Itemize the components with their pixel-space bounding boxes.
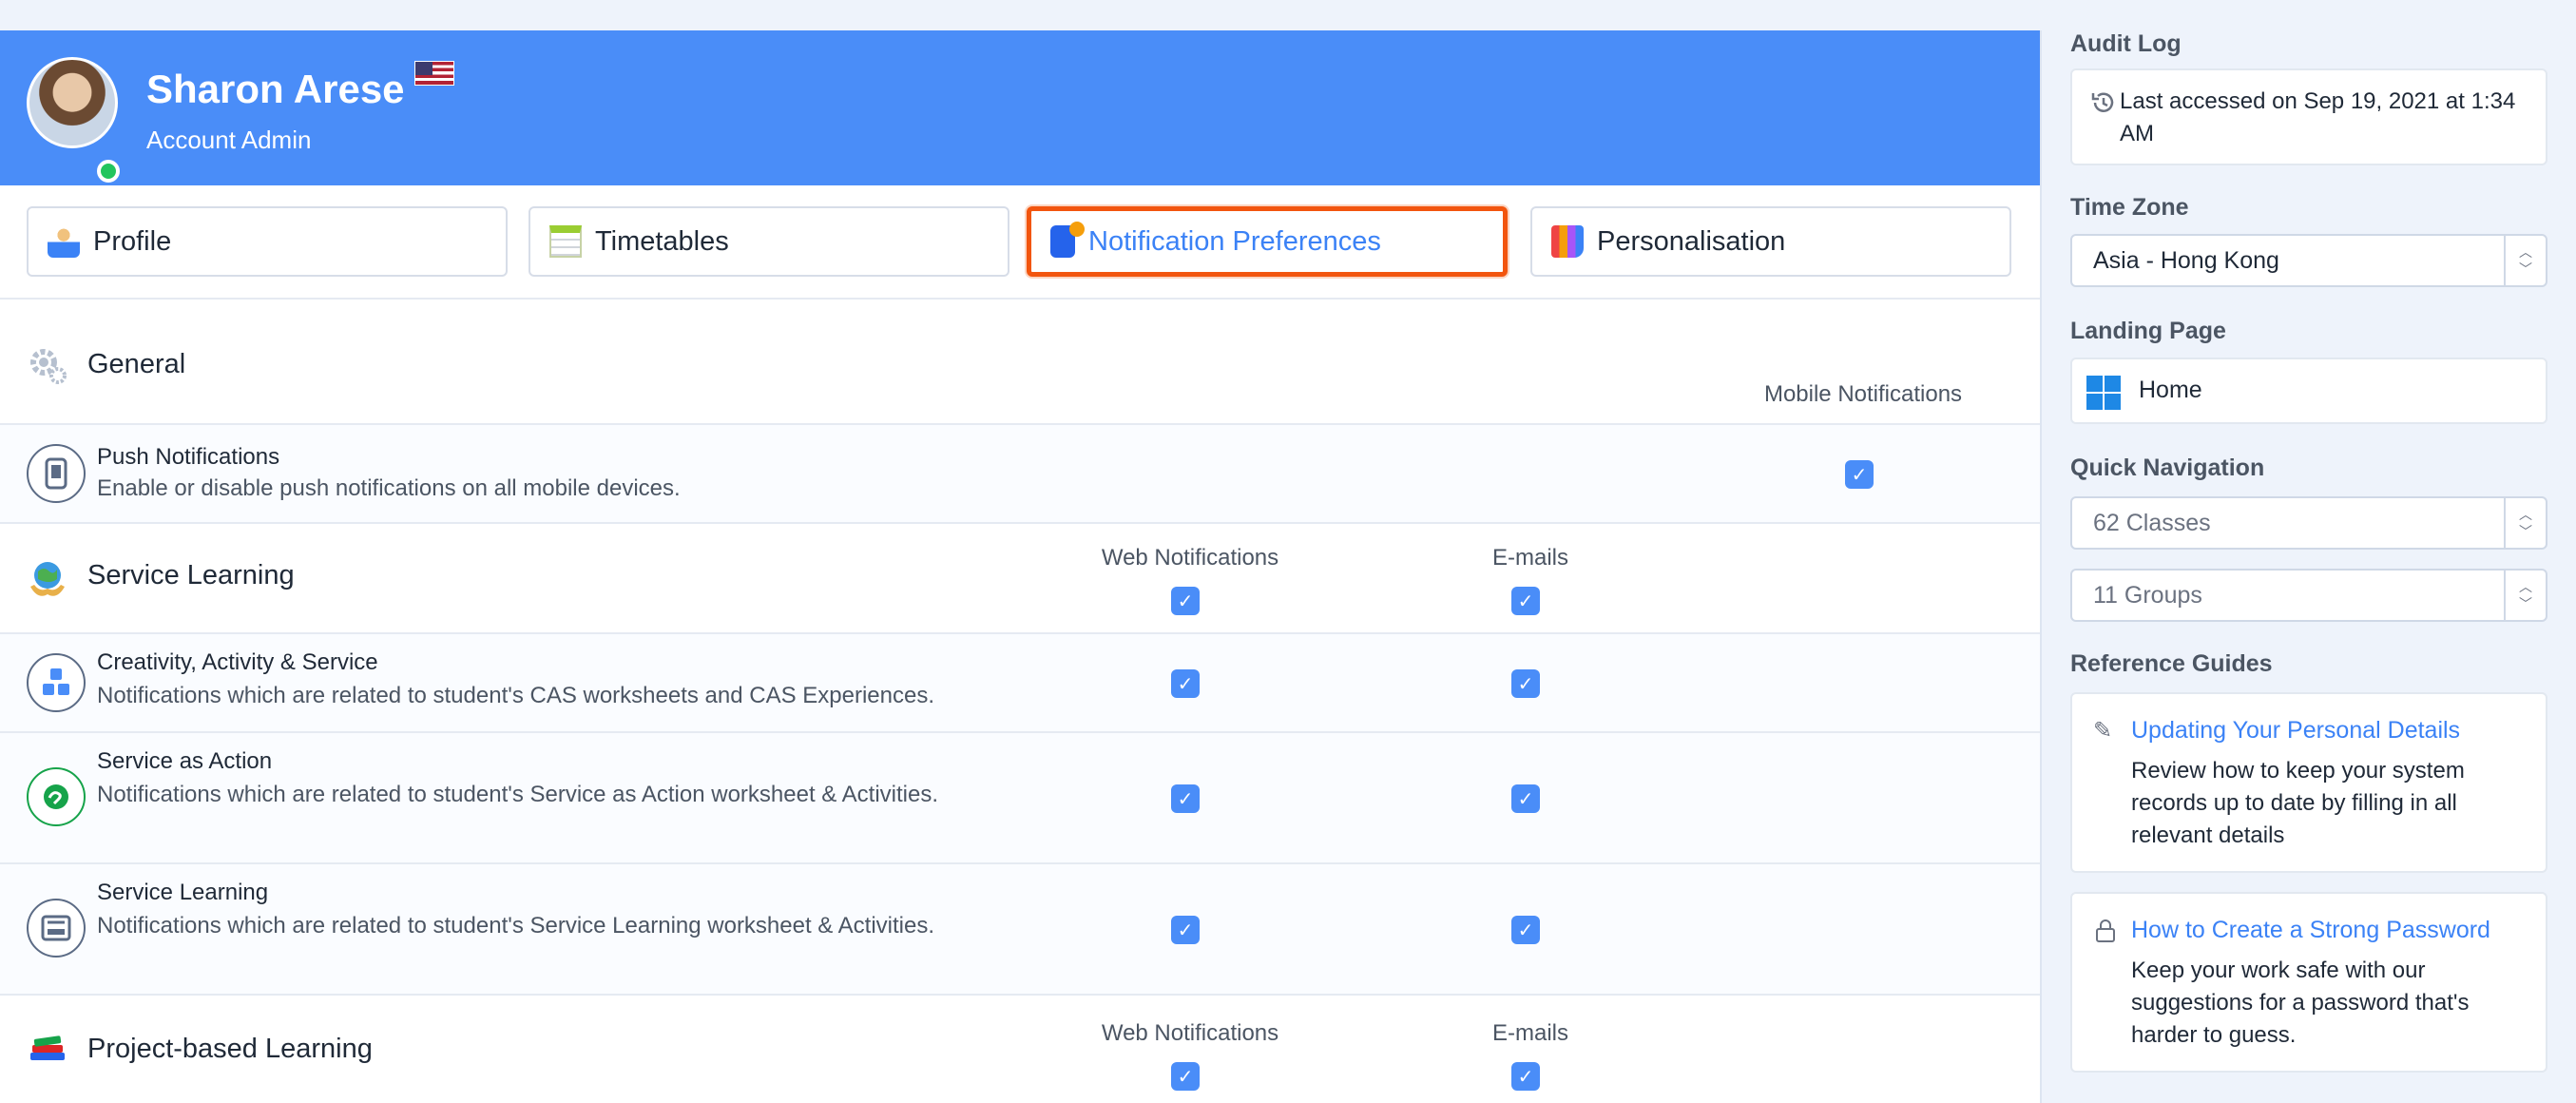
inbox-icon (27, 899, 86, 958)
top-strip (0, 0, 2042, 30)
guide-text: Keep your work safe with our suggestions… (2131, 958, 2470, 1048)
history-icon (2091, 92, 2114, 112)
guide-title-link[interactable]: How to Create a Strong Password (2131, 917, 2490, 944)
time-zone-value: Asia - Hong Kong (2093, 246, 2279, 274)
hand-heart-icon (27, 767, 86, 826)
chevron-up-down-icon: ︿ ﹀ (2504, 498, 2546, 548)
main-panel: Sharon Arese Account Admin Profile Timet… (0, 30, 2042, 1103)
section-title: General (87, 349, 186, 379)
service-learning-web-all-checkbox[interactable]: ✓ (1171, 587, 1200, 615)
profile-icon (48, 225, 80, 258)
row-description: Notifications which are related to stude… (97, 913, 935, 939)
service-learning-email-all-checkbox[interactable]: ✓ (1511, 587, 1540, 615)
column-web-notifications: Web Notifications (1101, 1020, 1279, 1046)
time-zone-heading: Time Zone (2070, 194, 2189, 221)
tab-bar: Profile Timetables Notification Preferen… (0, 185, 2040, 300)
books-icon (30, 1035, 65, 1060)
service-learning-email-checkbox[interactable]: ✓ (1511, 916, 1540, 944)
tab-timetables[interactable]: Timetables (529, 206, 1009, 277)
tab-label: Timetables (595, 225, 729, 257)
tab-notification-preferences[interactable]: Notification Preferences (1027, 206, 1508, 277)
row-title: Service as Action (97, 748, 273, 774)
service-learning-web-checkbox[interactable]: ✓ (1171, 916, 1200, 944)
row-push-notifications: Push Notifications Enable or disable pus… (0, 425, 2040, 524)
section-service-learning: Service Learning Web Notifications E-mai… (0, 524, 2040, 634)
tab-profile[interactable]: Profile (27, 206, 508, 277)
globe-hands-icon (30, 562, 65, 596)
guide-card[interactable]: ✎ Updating Your Personal Details Review … (2070, 692, 2547, 873)
palette-icon (1551, 225, 1584, 258)
tab-label: Personalisation (1597, 225, 1786, 257)
service-as-action-email-checkbox[interactable]: ✓ (1511, 784, 1540, 813)
project-learning-email-all-checkbox[interactable]: ✓ (1511, 1062, 1540, 1091)
guide-card[interactable]: How to Create a Strong Password Keep you… (2070, 892, 2547, 1073)
chevron-up-down-icon: ︿ ﹀ (2504, 236, 2546, 285)
row-description: Notifications which are related to stude… (97, 782, 938, 807)
user-name: Sharon Arese (146, 67, 405, 111)
profile-header: Sharon Arese Account Admin (0, 30, 2040, 185)
row-title: Service Learning (97, 880, 269, 905)
cas-web-checkbox[interactable]: ✓ (1171, 669, 1200, 698)
audit-log-box: Last accessed on Sep 19, 2021 at 1:34 AM (2070, 68, 2547, 165)
cas-email-checkbox[interactable]: ✓ (1511, 669, 1540, 698)
quick-navigation-classes-select[interactable]: 62 Classes ︿ ﹀ (2070, 496, 2547, 550)
guide-title-link[interactable]: Updating Your Personal Details (2131, 717, 2460, 745)
user-role: Account Admin (146, 126, 312, 154)
column-emails: E-mails (1491, 545, 1568, 571)
lock-icon (2096, 919, 2115, 942)
landing-page-heading: Landing Page (2070, 318, 2226, 344)
row-service-learning: Service Learning Notifications which are… (0, 864, 2040, 996)
avatar[interactable] (27, 57, 118, 148)
row-description: Notifications which are related to stude… (97, 683, 935, 708)
us-flag-icon (414, 61, 454, 86)
section-title: Service Learning (87, 560, 295, 590)
classes-value: 62 Classes (2093, 509, 2211, 536)
row-service-as-action: Service as Action Notifications which ar… (0, 733, 2040, 864)
mobile-device-icon (27, 444, 86, 503)
push-mobile-checkbox[interactable]: ✓ (1845, 460, 1874, 489)
guide-text: Review how to keep your system records u… (2131, 758, 2465, 848)
chevron-up-down-icon: ︿ ﹀ (2504, 571, 2546, 620)
section-general: General Mobile Notifications (0, 300, 2040, 425)
tab-personalisation[interactable]: Personalisation (1530, 206, 2011, 277)
column-mobile-notifications: Mobile Notifications (1763, 381, 1963, 407)
tab-label: Notification Preferences (1088, 225, 1381, 257)
last-accessed-text: Last accessed on Sep 19, 2021 at 1:34 AM (2120, 88, 2516, 146)
audit-log-heading: Audit Log (2070, 30, 2182, 57)
row-cas: Creativity, Activity & Service Notificat… (0, 634, 2040, 733)
online-status-icon (97, 160, 120, 183)
project-learning-web-all-checkbox[interactable]: ✓ (1171, 1062, 1200, 1091)
landing-page-select[interactable]: Home (2070, 358, 2547, 424)
section-project-based-learning: Project-based Learning Web Notifications… (0, 996, 2040, 1103)
quick-navigation-groups-select[interactable]: 11 Groups ︿ ﹀ (2070, 569, 2547, 622)
groups-value: 11 Groups (2093, 581, 2202, 609)
row-title: Creativity, Activity & Service (97, 649, 378, 675)
service-as-action-web-checkbox[interactable]: ✓ (1171, 784, 1200, 813)
reference-guides-heading: Reference Guides (2070, 650, 2273, 677)
column-web-notifications: Web Notifications (1101, 545, 1279, 571)
quick-navigation-heading: Quick Navigation (2070, 455, 2265, 481)
pencil-icon: ✎ (2093, 718, 2113, 744)
phone-notification-icon (1050, 222, 1085, 258)
blocks-icon (27, 653, 86, 712)
sidebar: Audit Log Last accessed on Sep 19, 2021 … (2042, 0, 2576, 1103)
windows-icon (2086, 376, 2121, 410)
row-title: Push Notifications (97, 444, 280, 470)
tab-label: Profile (93, 225, 172, 257)
time-zone-select[interactable]: Asia - Hong Kong ︿ ﹀ (2070, 234, 2547, 287)
timetable-icon (549, 225, 582, 258)
gear-icon (30, 349, 67, 384)
landing-page-value: Home (2139, 377, 2202, 403)
column-emails: E-mails (1491, 1020, 1568, 1046)
row-description: Enable or disable push notifications on … (97, 475, 681, 501)
section-title: Project-based Learning (87, 1034, 373, 1064)
